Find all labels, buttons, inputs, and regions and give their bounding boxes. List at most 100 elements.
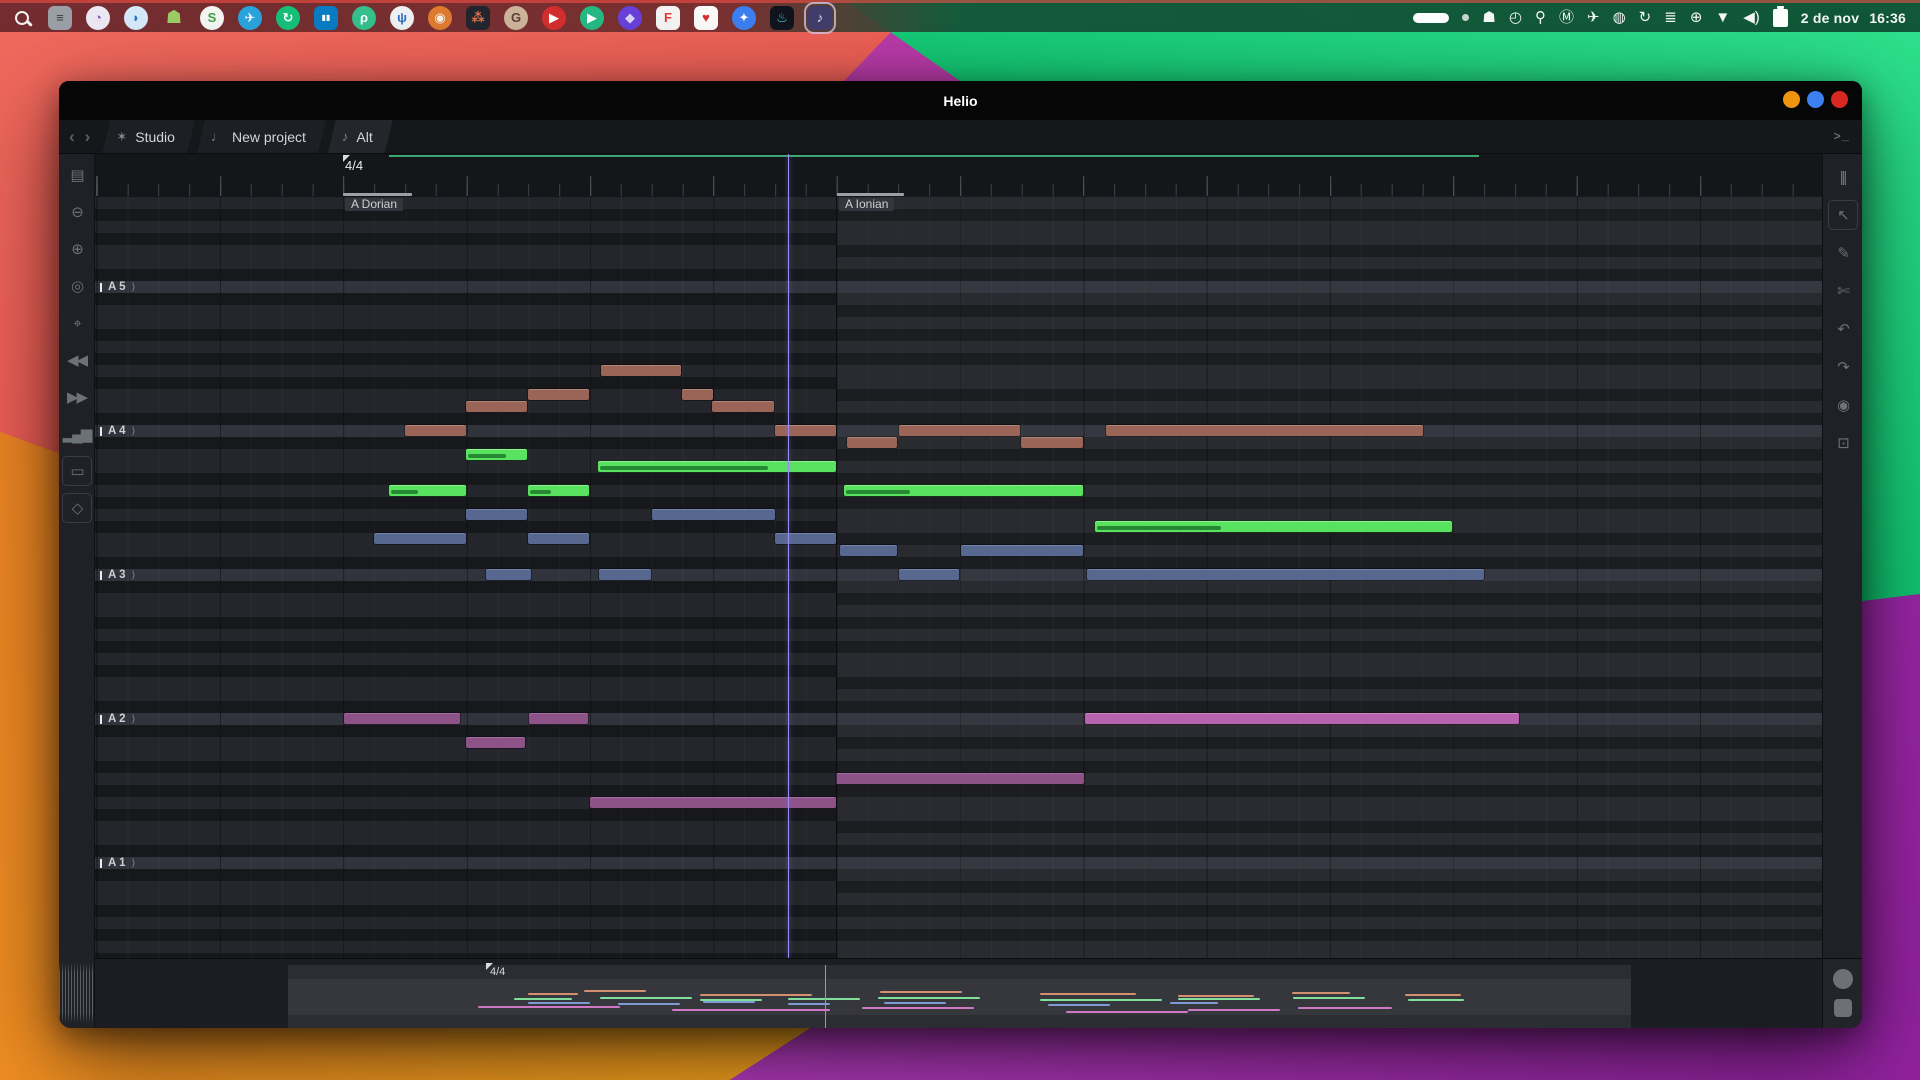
note-clip-purple[interactable]	[344, 713, 460, 724]
paint-roller-tool-button[interactable]: ▭	[62, 456, 92, 486]
zoom-out-button[interactable]: ⊖	[62, 197, 92, 227]
piano-roll[interactable]: 4/4 A Dorian A Ionian A 5⟩ A 4⟩ A 3⟩ A 2⟩ A 1…	[95, 154, 1822, 958]
rawtherapee-icon[interactable]: ◉	[428, 6, 452, 30]
volume-icon[interactable]: ◀)	[1743, 10, 1760, 25]
note-clip-brown[interactable]	[405, 425, 466, 436]
zoom-mode-button[interactable]	[1834, 999, 1852, 1017]
note-clip-brown[interactable]	[712, 401, 774, 412]
metro-app-icon[interactable]: Ⓜ	[1559, 10, 1574, 25]
tab-new-project[interactable]: ♩New project	[197, 120, 326, 153]
contacts-icon[interactable]: ☗	[162, 6, 186, 30]
telegram-icon[interactable]: ✈	[238, 6, 262, 30]
telegram-tray-icon[interactable]: ✈	[1587, 10, 1600, 25]
note-clip-green[interactable]	[598, 461, 836, 472]
key-signature-label[interactable]: A Dorian	[345, 198, 403, 211]
nav-forward-button[interactable]: ›	[85, 127, 91, 147]
trello-icon[interactable]: ▮▮	[314, 6, 338, 30]
note-clip-purple[interactable]	[529, 713, 588, 724]
note-clip-blue[interactable]	[961, 545, 1083, 556]
maximize-button[interactable]	[1807, 91, 1824, 108]
media-player-green-icon[interactable]: ▶	[580, 6, 604, 30]
search-icon[interactable]	[10, 6, 34, 30]
radio-app-icon[interactable]: ψ	[390, 6, 414, 30]
davinci-resolve-icon[interactable]: ⁂	[466, 6, 490, 30]
zoom-selection-button[interactable]: ◎	[62, 271, 92, 301]
layout-switch-button[interactable]: ▤	[62, 160, 92, 190]
log-list-icon[interactable]: ≣	[1664, 10, 1677, 25]
pcloud-icon[interactable]: ρ	[352, 6, 376, 30]
fast-forward-button[interactable]: ▶▶	[62, 382, 92, 412]
graphite-icon[interactable]: ◆	[618, 6, 642, 30]
note-clip-brown[interactable]	[775, 425, 836, 436]
battery-pill-indicator[interactable]	[1413, 13, 1449, 23]
user-icon[interactable]: ☗	[1482, 10, 1495, 25]
note-clip-blue[interactable]	[374, 533, 466, 544]
sync-app-icon[interactable]: ↻	[276, 6, 300, 30]
timer-icon[interactable]: ◴	[1509, 10, 1522, 25]
note-clip-blue[interactable]	[486, 569, 531, 580]
track-label[interactable]: A 2⟩	[96, 713, 135, 725]
notes-app-icon[interactable]: S	[200, 6, 224, 30]
archive-manager-icon[interactable]: ≡	[48, 6, 72, 30]
note-clip-brown[interactable]	[682, 389, 713, 400]
thunderbird-icon[interactable]: ◗	[124, 6, 148, 30]
note-clip-blue[interactable]	[840, 545, 897, 556]
note-clip-purple[interactable]	[836, 773, 1084, 784]
rewind-button[interactable]: ◀◀	[62, 345, 92, 375]
note-clip-blue[interactable]	[652, 509, 775, 520]
note-clip-magenta[interactable]	[1085, 713, 1519, 724]
note-clip-blue[interactable]	[599, 569, 651, 580]
status-dot[interactable]	[1462, 14, 1469, 21]
zoom-in-button[interactable]: ⊕	[62, 234, 92, 264]
note-clip-green[interactable]	[528, 485, 589, 496]
note-clip-brown[interactable]	[601, 365, 681, 376]
playhead[interactable]	[788, 154, 789, 958]
network-icon[interactable]: ⊕	[1690, 10, 1703, 25]
battery-icon[interactable]	[1773, 9, 1788, 27]
volume-levels-button[interactable]: ▂▄▆	[62, 419, 92, 449]
time-signature-label[interactable]: 4/4	[345, 158, 363, 173]
account-circle-icon[interactable]: ◍	[1613, 10, 1626, 25]
tor-browser-icon[interactable]: ◔	[86, 6, 110, 30]
media-player-red-icon[interactable]: ▶	[542, 6, 566, 30]
note-clip-brown[interactable]	[899, 425, 1020, 436]
pen-tool-button[interactable]: ✎	[1828, 238, 1858, 268]
console-button[interactable]: >_	[1834, 130, 1862, 144]
scroll-mode-button[interactable]	[1833, 969, 1853, 989]
key-signature-label[interactable]: A Ionian	[839, 198, 894, 211]
track-label[interactable]: A 4⟩	[96, 425, 135, 437]
track-label[interactable]: A 5⟩	[96, 281, 135, 293]
note-clip-purple[interactable]	[590, 797, 836, 808]
redo-button[interactable]: ↷	[1828, 352, 1858, 382]
key-icon[interactable]: ⚲	[1535, 10, 1546, 25]
note-clip-green[interactable]	[389, 485, 466, 496]
note-clip-brown[interactable]	[528, 389, 589, 400]
note-clip-brown[interactable]	[847, 437, 897, 448]
track-label[interactable]: A 1⟩	[96, 857, 135, 869]
sync-tray-icon[interactable]: ↻	[1639, 10, 1652, 25]
wifi-icon[interactable]: ▼	[1715, 10, 1730, 25]
project-minimap-bar[interactable]: 4/4	[95, 958, 1862, 1028]
nav-back-button[interactable]: ‹	[69, 127, 75, 147]
record-button[interactable]: ◉	[1828, 390, 1858, 420]
gimp-icon[interactable]: G	[504, 6, 528, 30]
tab-studio[interactable]: ✶Studio	[102, 120, 195, 153]
note-clip-green[interactable]	[466, 449, 527, 460]
flame-app-icon[interactable]: ♨	[770, 6, 794, 30]
flipboard-icon[interactable]: F	[656, 6, 680, 30]
note-clip-blue[interactable]	[775, 533, 836, 544]
note-clip-brown[interactable]	[1021, 437, 1083, 448]
note-clip-blue[interactable]	[1087, 569, 1484, 580]
track-label[interactable]: A 3⟩	[96, 569, 135, 581]
focus-playhead-button[interactable]: ⌖	[62, 308, 92, 338]
minimize-button[interactable]	[1783, 91, 1800, 108]
note-clip-blue[interactable]	[466, 509, 527, 520]
note-clip-blue[interactable]	[528, 533, 589, 544]
annotation-tag-button[interactable]: ◇	[62, 493, 92, 523]
note-clip-green[interactable]	[844, 485, 1083, 496]
note-clip-green[interactable]	[1095, 521, 1452, 532]
helio-app-icon[interactable]: ♪	[808, 6, 832, 30]
patterns-view-button[interactable]: |||	[1828, 162, 1858, 192]
minimap-playhead[interactable]	[825, 965, 826, 1028]
cards-app-icon[interactable]: ♥	[694, 6, 718, 30]
